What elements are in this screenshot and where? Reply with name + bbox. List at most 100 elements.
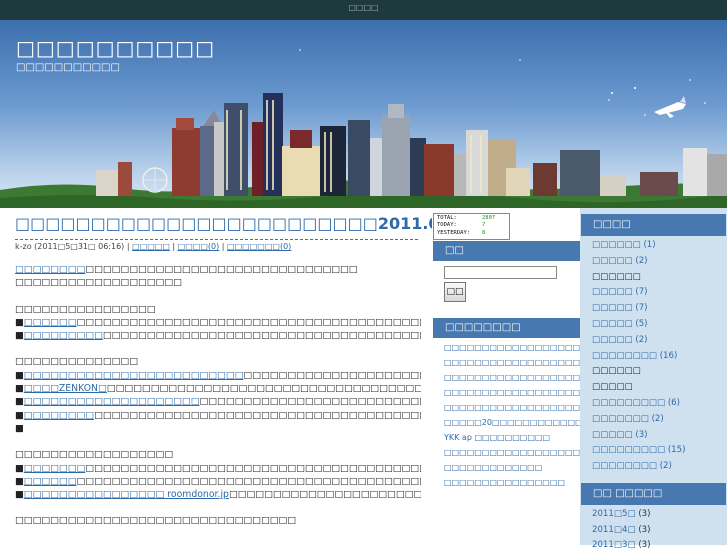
- counter-yesterday-value: 8: [482, 229, 486, 236]
- post-line: ■□□□□□□□□□□□□□□□□□□□□□□□□□□□□□□□□□□□□□□□…: [15, 475, 421, 488]
- site-title[interactable]: □□□□□□□□□□: [16, 36, 215, 60]
- post-inline-link[interactable]: □□□□□□□□: [24, 410, 94, 421]
- category-link[interactable]: □□□□□□□: [592, 414, 649, 424]
- category-item[interactable]: □□□□□□: [592, 364, 722, 380]
- post-line: □□□□□□□□□□□□□□: [15, 355, 421, 368]
- recent-post-link[interactable]: □□□□□□□□□□□□□□□□□□□□□□: [444, 448, 610, 459]
- category-link[interactable]: □□□□□: [592, 335, 633, 345]
- post-trackbacks-link[interactable]: □□□□□□□(0): [227, 242, 291, 251]
- post-line: □□□□□□□□□□□□□□□□□□□□□□□□□□□□□□□□□□□□□□□: [15, 263, 421, 276]
- top-bar: □□□□: [0, 0, 727, 21]
- category-item[interactable]: □□□□□□□ (2): [592, 412, 722, 428]
- recent-post-link[interactable]: □□□□□20□□□□□□□□□□□□□□: [444, 418, 598, 429]
- post-text: □□□□□□□□□□□□□□□□□□□□□□□□□□□□□□□□□□□□□□□□: [102, 330, 421, 342]
- post-text: □□□□□□□□□□□□□□□□□□□□□□□□□□□□□□□□□□□□□□□□…: [76, 475, 421, 487]
- category-link[interactable]: □□□□□□: [592, 240, 641, 250]
- post-line: [15, 342, 421, 355]
- counter-total-value: 2807: [482, 215, 496, 221]
- post-inline-link[interactable]: □□□□□□□□□□□□□□□□□□□□: [24, 396, 200, 407]
- archive-link[interactable]: 2011□4□: [592, 525, 636, 535]
- category-item[interactable]: □□□□□□□□ (16): [592, 349, 722, 365]
- category-link[interactable]: □□□□□: [592, 287, 633, 297]
- post-text: □□□□□□□□□□□□□□□□□□□□□□□□□□□□□□□□□□□□□□□□…: [94, 409, 421, 421]
- sidebar-right: □□□□ □□□□□□ (1) □□□□□ (2) □□□□□□ □□□□□ (7)…: [580, 208, 727, 550]
- post-line: ■□□□□□□□□□□□□□□□□□□□□□□□□□□□□□□□□□□□□□□□…: [15, 395, 421, 408]
- category-link[interactable]: □□□□□□□□□: [592, 445, 665, 455]
- post-line: [15, 435, 421, 448]
- category-link[interactable]: □□□□□□: [592, 272, 641, 282]
- post-inline-link[interactable]: □□□□□□□□□□□□□□□□□□□□□□□□□: [24, 370, 244, 381]
- category-link[interactable]: □□□□□□: [592, 366, 641, 376]
- category-item[interactable]: □□□□□ (5): [592, 317, 722, 333]
- category-item[interactable]: □□□□□ (2): [592, 254, 722, 270]
- post-text: □□□□□□□□□□□□□□□□□□□□□□□□□□□□□□□□□□□□□□□□…: [85, 462, 421, 474]
- recent-post-link[interactable]: □□□□□□□□□□□□□□□□□□□□□□□□2011.04.22□□: [444, 388, 686, 399]
- post-text: □□□□□□□□□□□□□□□□□□□□□□□□□□□□□□□□□□□□□□□□…: [199, 396, 421, 408]
- category-link[interactable]: □□□□□: [592, 319, 633, 329]
- category-item[interactable]: □□□□□ (2): [592, 333, 722, 349]
- category-item[interactable]: □□□□□ (7): [592, 301, 722, 317]
- post-title[interactable]: □□□□□□□□□□□□□□□□□□□□□□□□2011.06.02□□: [15, 214, 432, 234]
- post-inline-link[interactable]: □□□□□□□□□□□□□□□□ roomdonor.jp: [24, 489, 229, 500]
- archive-link[interactable]: 2011□5□: [592, 509, 636, 519]
- category-link[interactable]: □□□□□: [592, 430, 633, 440]
- counter-today-label: TODAY:: [437, 222, 457, 229]
- category-item[interactable]: □□□□□□□□□ (15): [592, 443, 722, 459]
- category-item[interactable]: □□□□□□: [592, 270, 722, 286]
- bullet-mark: ■: [15, 383, 24, 395]
- recent-post-link[interactable]: □□□□□□□□□□□□□□□□□□□□2011.06.02□□: [444, 358, 656, 369]
- category-item[interactable]: □□□□□ (7): [592, 285, 722, 301]
- post-text: □□□□□□□□□□□□□□: [15, 356, 138, 368]
- post-inline-link[interactable]: □□□□ZENKON□: [24, 383, 107, 394]
- category-item[interactable]: □□□□□: [592, 380, 722, 396]
- bullet-mark: ■: [15, 462, 24, 474]
- post-line: ■□□□□□□□□□□□□□□□□□□□□□□□□□□□□□□□□□□□□□□□…: [15, 329, 421, 342]
- post-line: ■: [15, 422, 421, 435]
- post-inline-link[interactable]: □□□□□□□□□: [24, 330, 103, 341]
- post-line: □□□□□□□□□□□□□□□□: [15, 303, 421, 316]
- category-item[interactable]: □□□□□ (3): [592, 428, 722, 444]
- bullet-mark: ■: [15, 489, 24, 501]
- post-comments-link[interactable]: □□□□(0): [178, 242, 220, 251]
- search-input[interactable]: [444, 266, 557, 279]
- category-count: (15): [667, 445, 686, 456]
- archive-item[interactable]: 2011□4□ (3): [592, 523, 722, 539]
- post-text: □□□□□□□□□□□□□□□□□□□□□□□□□□□□□□□: [85, 264, 358, 275]
- post-inline-link[interactable]: □□□□□□□□: [15, 264, 85, 275]
- archive-link[interactable]: 2011□3□: [592, 540, 636, 550]
- category-item[interactable]: □□□□□□ (1): [592, 238, 722, 254]
- recent-post-link[interactable]: □□□□□□□□□□□□□□□□□□: [444, 373, 580, 384]
- post-inline-link[interactable]: □□□□□□: [24, 476, 77, 487]
- post-line: ■□□□□□□□□□□□□□□□□□□□□□□□□□□□□□□□□□□□□□□□…: [15, 462, 421, 475]
- category-link[interactable]: □□□□□□□□□: [592, 398, 665, 408]
- bullet-mark: ■: [15, 330, 24, 342]
- access-counter: TOTAL: 2807 TODAY: 7 YESTERDAY: 8: [433, 213, 510, 240]
- post-inline-link[interactable]: □□□□□□: [24, 317, 77, 328]
- post-text: □□□□□□□□□□□□□□□□□□□□□□□□□□□□□□□□□□□□□□□□…: [76, 316, 421, 328]
- recent-post-link[interactable]: YKK ap □□□□□□□□□□: [444, 433, 572, 444]
- recent-post-link[interactable]: □□□□□□□□□□□□□□□□: [444, 478, 572, 489]
- recent-post-link[interactable]: □□□□□□□□□□□□□□□□□□□□□□□□□2011.05.26□□: [444, 403, 694, 414]
- post-line: ■□□□□□□□□□□□□□□□□□□□□□□□□□□□□□□□□□□□□□□□…: [15, 369, 421, 382]
- category-link[interactable]: □□□□□: [592, 256, 633, 266]
- post-category-link[interactable]: □□□□□: [132, 242, 170, 251]
- post-inline-link[interactable]: □□□□□□□: [24, 463, 86, 474]
- category-item[interactable]: □□□□□□□□ (2): [592, 459, 722, 475]
- archives-heading: □□ □□□□□: [581, 483, 726, 505]
- category-link[interactable]: □□□□□: [592, 303, 633, 313]
- counter-total-label: TOTAL:: [437, 215, 457, 221]
- category-link[interactable]: □□□□□□□□: [592, 351, 657, 361]
- category-link[interactable]: □□□□□□□□: [592, 461, 657, 471]
- archive-item[interactable]: 2011□5□ (3): [592, 507, 722, 523]
- recent-post-link[interactable]: □□□□□□□□□□□□□: [444, 463, 572, 474]
- search-button[interactable]: □□: [444, 282, 466, 302]
- archive-item[interactable]: 2011□3□ (3): [592, 538, 722, 554]
- category-item[interactable]: □□□□□□□□□ (6): [592, 396, 722, 412]
- recent-post-link[interactable]: □□□□□□□□□□□□□□□□□□□□□□□□2011.06.02□□: [444, 343, 686, 354]
- post-line: ■□□□□ZENKON□□□□□□□□□□□□□□□□□□□□□□□□□□□□□…: [15, 382, 421, 395]
- categories-heading: □□□□: [581, 214, 726, 236]
- archive-count: (3): [638, 524, 651, 535]
- category-link[interactable]: □□□□□: [592, 382, 633, 392]
- space-shuttle-icon: [654, 96, 686, 118]
- post-author-date: k-zo (2011□5□31□ 06:16) |: [15, 242, 130, 251]
